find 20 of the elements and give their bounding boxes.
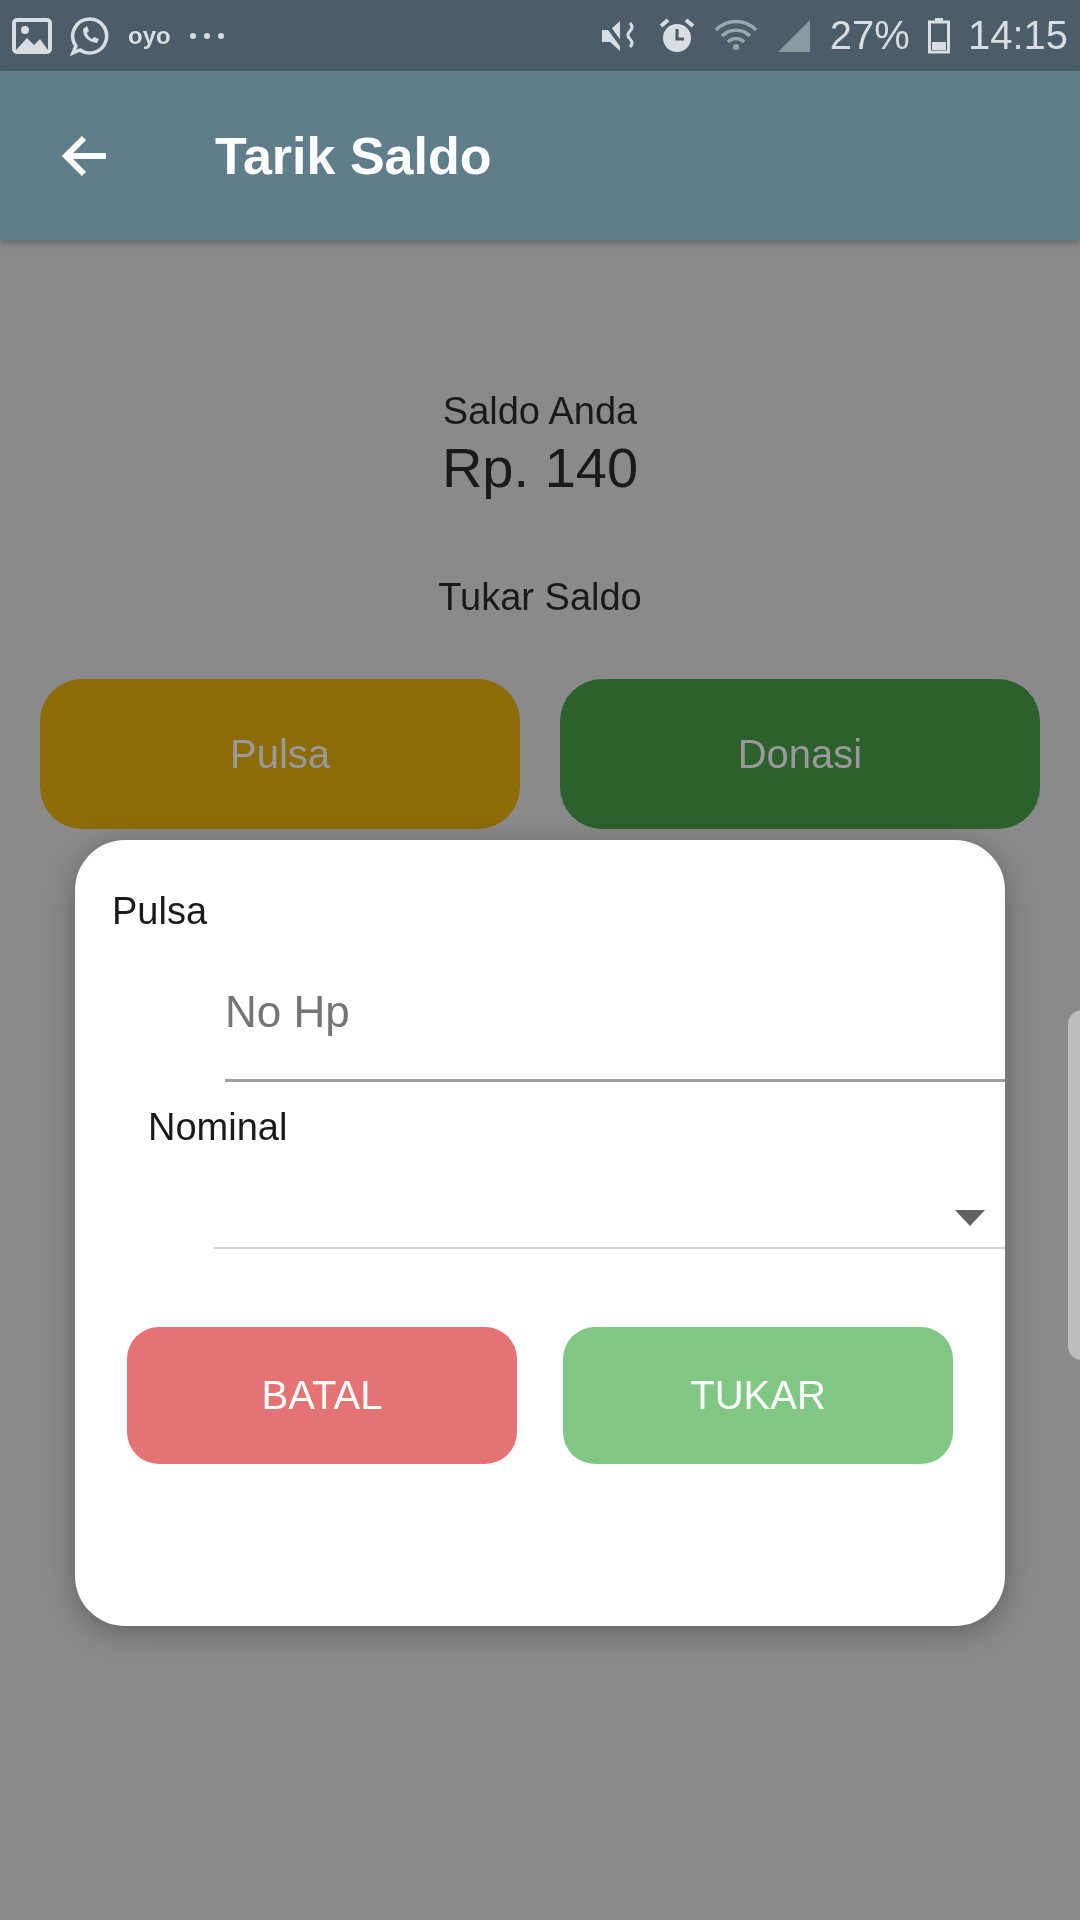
notification-logo: oyo [128,21,171,50]
nominal-label: Nominal [148,1106,289,1149]
exchange-option-button[interactable]: Donasi [560,679,1040,829]
chat-bubble-icon [70,15,110,56]
confirm-button[interactable]: TUKAR [563,1327,953,1464]
battery-icon [927,17,950,54]
exchange-option-button[interactable]: Pulsa [40,679,520,829]
gallery-icon [12,17,52,54]
balance-label: Saldo Anda [442,390,638,433]
battery-percentage: 27% [829,13,910,58]
exchange-label: Tukar Saldo [438,576,642,619]
phone-input-field[interactable]: No Hp [225,973,1005,1082]
dialog-title: Pulsa [112,890,209,933]
cancel-button[interactable]: BATAL [127,1327,517,1464]
more-notifications-icon [188,31,225,40]
clock-time: 14:15 [967,13,1068,58]
balance-amount: Rp. 140 [441,435,639,500]
dropdown-caret-icon [955,1210,985,1226]
screen-title: Tarik Saldo [215,125,492,186]
alarm-icon [657,16,696,55]
